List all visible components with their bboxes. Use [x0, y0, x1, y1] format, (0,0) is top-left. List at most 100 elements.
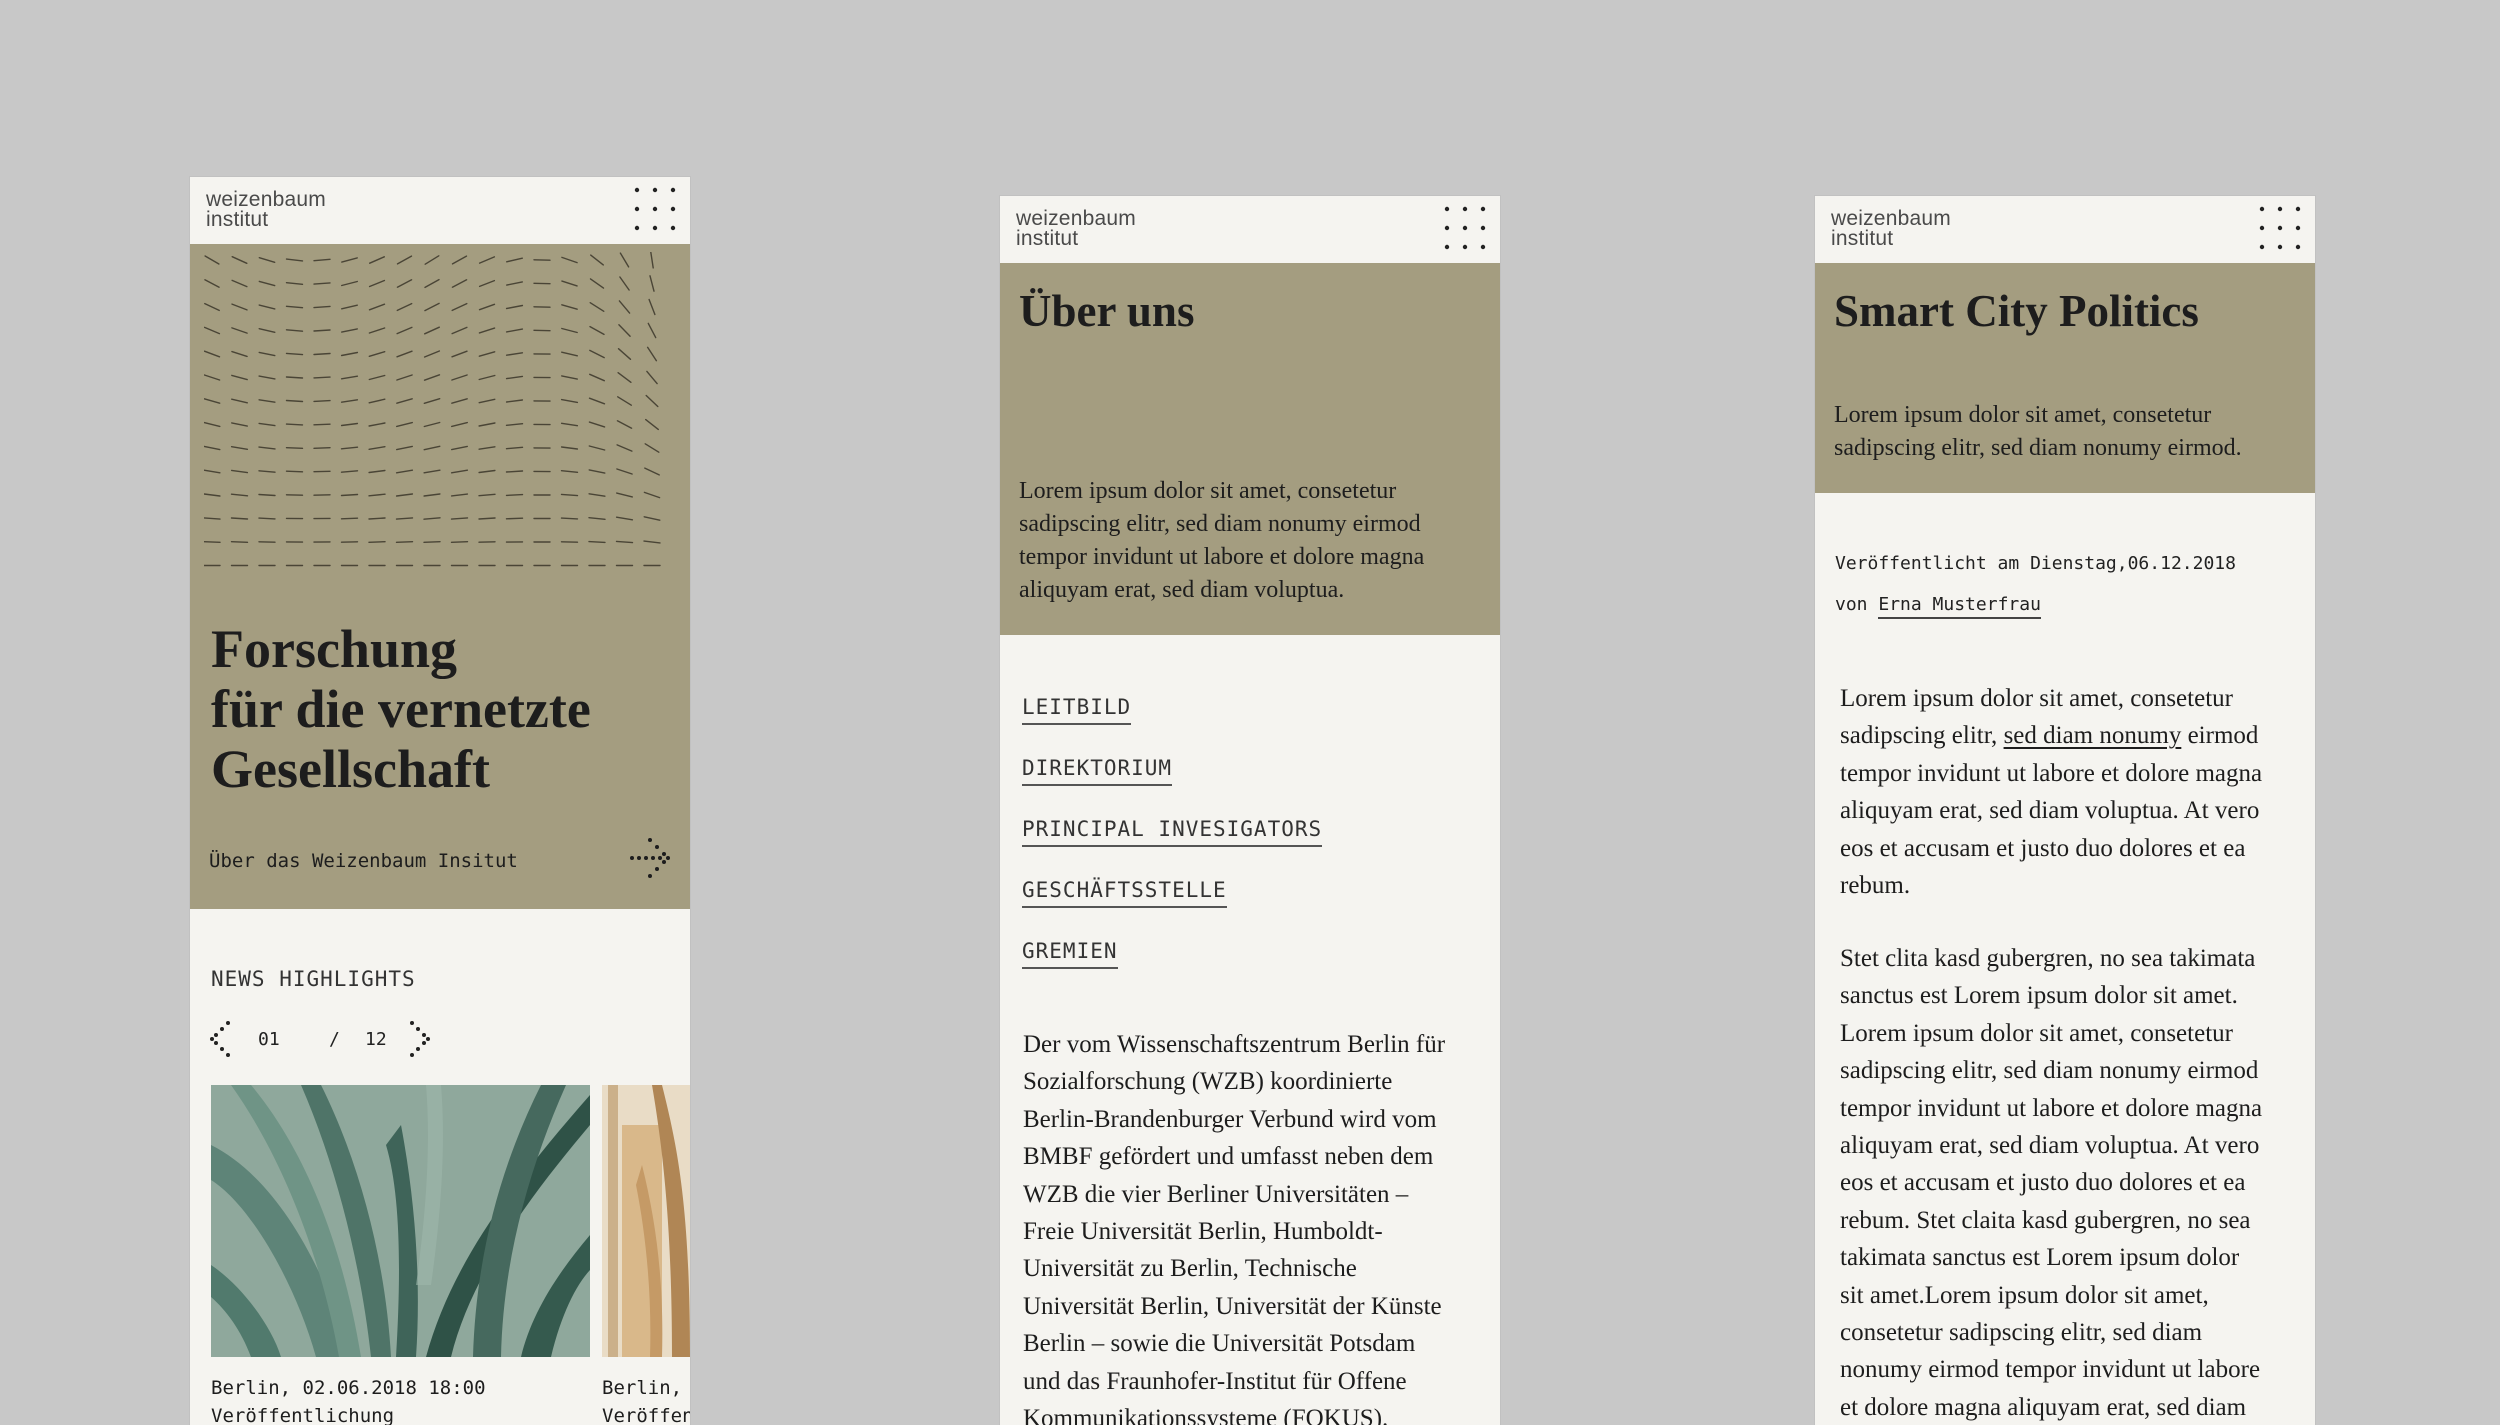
- pattern-dash: [230, 517, 249, 520]
- pattern-dash: [368, 398, 386, 404]
- pattern-dash: [368, 327, 386, 334]
- pager-current: 01: [258, 1029, 280, 1050]
- dot-grid-menu-icon[interactable]: [634, 187, 676, 231]
- pattern-dash: [204, 326, 221, 335]
- author-link[interactable]: Erna Musterfrau: [1878, 594, 2041, 619]
- pattern-dash: [285, 329, 304, 332]
- body-line: Berlin-Brandenburger Verbund wird vom: [1023, 1105, 1437, 1133]
- logo[interactable]: weizenbaum institut: [1831, 207, 1951, 249]
- pattern-dash: [231, 398, 248, 404]
- intro-line: sadipscing elitr, sed diam nonumy eirmod…: [1834, 435, 2242, 461]
- news-card-image[interactable]: [602, 1085, 690, 1357]
- pattern-dash: [285, 446, 304, 450]
- body-line: eos et accusam et justo duo dolores et e…: [1840, 834, 2246, 862]
- intro-line: tempor invidunt ut labore et dolore magn…: [1019, 544, 1425, 570]
- pattern-dash: [396, 326, 413, 335]
- pattern-dash: [478, 351, 496, 357]
- pattern-dash: [231, 279, 248, 288]
- pattern-dash: [424, 278, 440, 289]
- pattern-dash: [204, 421, 221, 428]
- subnav-link-geschaeftsstelle[interactable]: GESCHÄFTSSTELLE: [1022, 878, 1227, 908]
- pattern-dash: [644, 467, 660, 476]
- subnav-link-principal-investigators[interactable]: PRINCIPAL INVESIGATORS: [1022, 817, 1323, 847]
- pattern-dash: [230, 541, 249, 543]
- news-card-info: Berlin, 02.06.2018 18:00 Veröffentlichun…: [211, 1374, 590, 1425]
- body-line: Universität zu Berlin, Technische: [1023, 1255, 1357, 1283]
- news-card-image[interactable]: [211, 1085, 590, 1357]
- pattern-dash: [643, 516, 661, 521]
- pattern-dash: [589, 325, 605, 336]
- pattern-dash: [423, 541, 441, 543]
- pattern-dash: [645, 418, 659, 431]
- pattern-dash: [423, 326, 441, 335]
- home-screen: weizenbaum institut Forschung für die ve…: [190, 177, 690, 1425]
- subnav-item: LEITBILD: [1022, 695, 1322, 756]
- pattern-dash: [617, 396, 632, 406]
- pattern-dash: [258, 493, 276, 497]
- pattern-dash: [395, 541, 414, 543]
- pattern-dash: [478, 256, 496, 264]
- pattern-dash: [618, 300, 631, 314]
- subnav-link-direktorium[interactable]: DIREKTORIUM: [1022, 756, 1173, 786]
- pattern-dash: [505, 470, 524, 473]
- inline-link[interactable]: sed diam nonumy: [2004, 722, 2182, 749]
- about-institute-link[interactable]: Über das Weizenbaum Insitut: [209, 850, 518, 872]
- pattern-dash: [650, 252, 654, 269]
- pattern-dash: [285, 282, 304, 285]
- pattern-dash: [451, 326, 468, 335]
- pattern-dash: [561, 280, 578, 287]
- intro-line: sadipscing elitr, sed diam nonumy eirmod: [1019, 511, 1421, 537]
- pattern-dash: [313, 282, 331, 285]
- pattern-dash: [396, 374, 413, 381]
- pattern-dash: [313, 376, 331, 379]
- logo[interactable]: weizenbaum institut: [206, 189, 326, 230]
- pattern-dash: [396, 398, 413, 404]
- prev-arrow-icon[interactable]: [210, 1020, 234, 1058]
- pattern-dash: [340, 470, 359, 473]
- pattern-dash: [478, 469, 496, 474]
- pattern-dash: [231, 255, 248, 265]
- body-line: BMBF gefördert und umfasst neben dem: [1023, 1143, 1434, 1171]
- pattern-dash: [478, 422, 496, 427]
- dot-grid-menu-icon[interactable]: [1444, 206, 1486, 250]
- subnav-item: DIREKTORIUM: [1022, 756, 1322, 817]
- pattern-dash: [204, 255, 220, 265]
- logo-line-1: weizenbaum: [1831, 207, 1951, 230]
- body-line: eos et accusam et justo duo dolores et e…: [1840, 1169, 2246, 1197]
- pattern-dash: [506, 281, 523, 286]
- intro-line: Lorem ipsum dolor sit amet, consetetur: [1019, 478, 1397, 504]
- pattern-dash: [451, 302, 468, 312]
- pattern-dash: [647, 322, 657, 339]
- pattern-dash: [505, 375, 524, 380]
- pattern-dash: [340, 493, 359, 497]
- pattern-dash: [368, 374, 386, 381]
- pattern-dash: [450, 517, 469, 520]
- top-bar: weizenbaum institut: [1815, 196, 2315, 263]
- logo[interactable]: weizenbaum institut: [1016, 208, 1136, 249]
- body-line: und das Fraunhofer-Institut für Offene: [1023, 1367, 1407, 1395]
- body-line: Lorem ipsum dolor sit amet, consetetur: [1840, 685, 2233, 712]
- next-arrow-icon[interactable]: [406, 1020, 430, 1058]
- subnav-item: GESCHÄFTSSTELLE: [1022, 878, 1322, 939]
- subnav-link-gremien[interactable]: GREMIEN: [1022, 939, 1118, 969]
- pattern-dash: [258, 256, 276, 264]
- pattern-dash: [561, 351, 578, 357]
- pattern-dash: [450, 445, 468, 451]
- pattern-dash: [616, 492, 633, 498]
- pattern-dash: [204, 469, 221, 474]
- subnav-item: GREMIEN: [1022, 939, 1322, 1000]
- dotted-arrow-icon[interactable]: [628, 836, 672, 880]
- pattern-dash: [423, 469, 441, 474]
- pattern-dash: [615, 516, 634, 521]
- body-line: takimata sanctus est Lorem ipsum dolor: [1840, 1244, 2240, 1272]
- dot-grid-menu-icon[interactable]: [2259, 206, 2301, 250]
- subnav-link-leitbild[interactable]: LEITBILD: [1022, 695, 1132, 725]
- pattern-dash: [424, 255, 440, 265]
- pattern-dash: [451, 255, 468, 265]
- pattern-dash: [423, 421, 441, 428]
- pattern-dash: [368, 303, 386, 311]
- pattern-dash: [588, 493, 606, 497]
- publish-date: Veröffentlicht am Dienstag,06.12.2018: [1835, 553, 2236, 574]
- pattern-dash: [368, 422, 386, 427]
- pattern-dash: [204, 445, 221, 451]
